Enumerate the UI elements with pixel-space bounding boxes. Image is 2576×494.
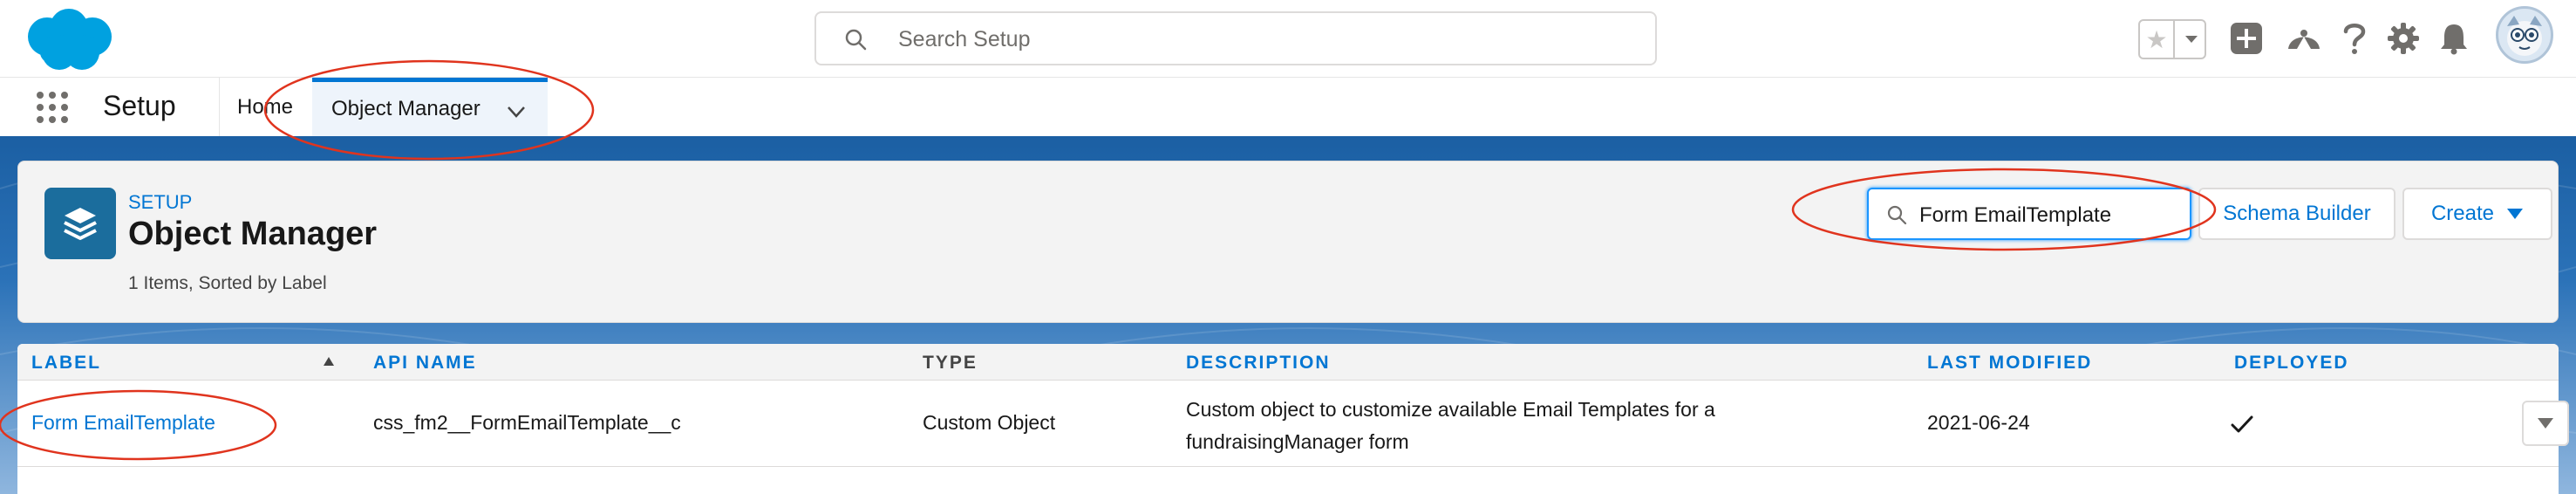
row-description-line-1: Custom object to customize available Ema… [1186, 398, 1715, 421]
setup-gear-button[interactable] [2384, 19, 2423, 58]
favorites-menu-button[interactable] [2177, 21, 2206, 58]
page-eyebrow: SETUP [128, 191, 193, 213]
global-actions-button[interactable] [2227, 19, 2266, 58]
row-api-name: css_fm2__FormEmailTemplate__c [373, 411, 681, 434]
search-icon [1887, 205, 1907, 225]
context-bar: Setup Home Object Manager [0, 77, 2576, 137]
chevron-down-icon[interactable] [504, 99, 528, 124]
trailhead-button[interactable] [2285, 19, 2323, 58]
column-header-last-modified[interactable]: LAST MODIFIED [1927, 353, 2092, 374]
create-button-label: Create [2430, 202, 2495, 225]
row-last-modified: 2021-06-24 [1927, 411, 2030, 434]
quick-find-input[interactable]: Form EmailTemplate [1867, 188, 2191, 240]
chevron-down-icon [2185, 36, 2198, 43]
row-description-line-2: fundraisingManager form [1186, 430, 1409, 453]
add-icon [2231, 23, 2262, 54]
trailhead-icon [2288, 30, 2320, 49]
global-search[interactable]: Search Setup [814, 11, 1657, 65]
sort-ascending-icon[interactable] [323, 356, 335, 367]
help-icon [2343, 24, 2366, 54]
bell-icon [2441, 24, 2467, 55]
favorites-group[interactable]: ★ [2138, 19, 2206, 59]
tab-object-manager[interactable]: Object Manager [312, 78, 548, 137]
column-header-api-name[interactable]: API NAME [373, 353, 477, 374]
app-name: Setup [103, 90, 176, 121]
global-search-placeholder: Search Setup [898, 27, 1031, 51]
notifications-button[interactable] [2435, 19, 2473, 58]
app-launcher-icon[interactable] [35, 90, 70, 125]
page-item-count: 1 Items, Sorted by Label [128, 273, 327, 293]
salesforce-cloud-logo[interactable] [21, 7, 115, 72]
star-icon[interactable]: ★ [2140, 21, 2175, 58]
row-description: Custom object to customize available Ema… [1186, 394, 1715, 458]
page-header: SETUP Object Manager 1 Items, Sorted by … [17, 161, 2559, 323]
column-header-deployed[interactable]: DEPLOYED [2234, 353, 2349, 374]
row-type: Custom Object [923, 411, 1056, 434]
help-button[interactable] [2335, 19, 2374, 58]
chevron-down-icon [2538, 418, 2553, 429]
create-button[interactable]: Create [2402, 188, 2552, 240]
chevron-down-icon [2507, 209, 2524, 219]
global-header: Search Setup ★ [0, 0, 2576, 77]
row-actions-button[interactable] [2522, 401, 2569, 446]
table-row: Form EmailTemplate css_fm2__FormEmailTem… [17, 381, 2569, 467]
avatar-image [2507, 16, 2542, 56]
layers-icon [44, 188, 116, 259]
table-header: LABEL API NAME TYPE DESCRIPTION LAST MOD… [17, 344, 2559, 381]
user-avatar[interactable] [2496, 6, 2553, 64]
row-label-link[interactable]: Form EmailTemplate [31, 411, 215, 435]
schema-builder-button[interactable]: Schema Builder [2198, 188, 2395, 240]
page-title: Object Manager [128, 216, 378, 252]
check-icon [2231, 415, 2253, 433]
gear-icon [2388, 23, 2419, 54]
column-header-description[interactable]: DESCRIPTION [1186, 353, 1331, 374]
column-header-type[interactable]: TYPE [923, 353, 978, 374]
search-icon [845, 29, 867, 51]
column-header-label[interactable]: LABEL [31, 353, 101, 374]
tab-home[interactable]: Home [220, 78, 310, 137]
tab-object-manager-label: Object Manager [331, 97, 480, 120]
object-table: LABEL API NAME TYPE DESCRIPTION LAST MOD… [17, 344, 2569, 494]
quick-find-value: Form EmailTemplate [1919, 203, 2112, 227]
